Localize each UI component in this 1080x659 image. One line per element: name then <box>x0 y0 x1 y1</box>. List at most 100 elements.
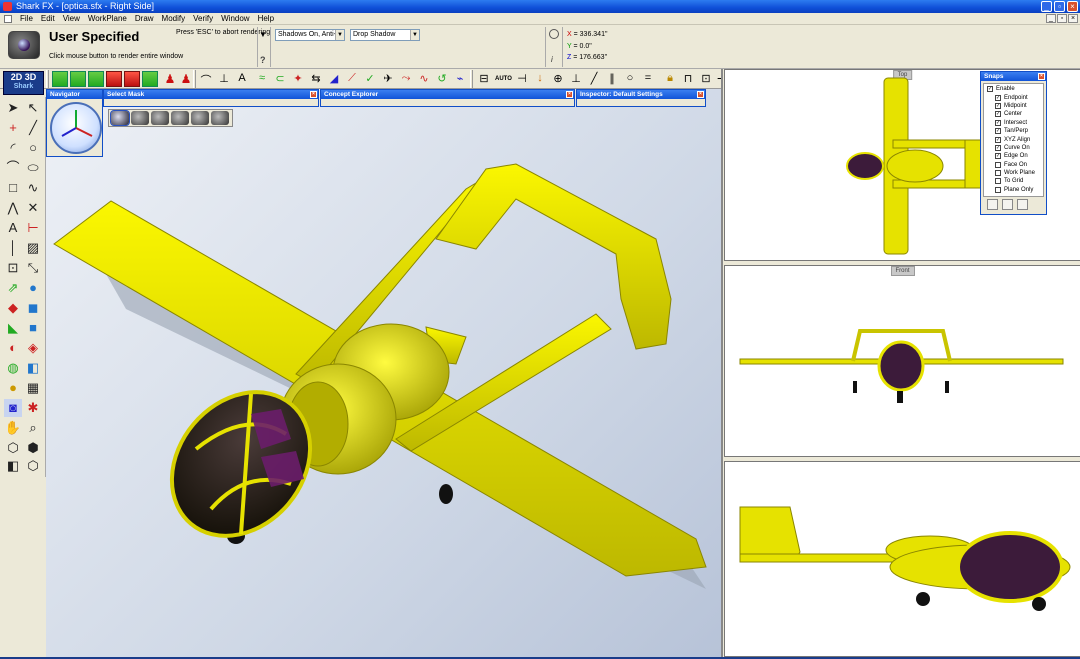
shadows-dropdown[interactable]: Shadows On, Anti-Ali ▼ <box>275 29 345 41</box>
dimension-tool-icon[interactable]: ○ <box>622 71 638 87</box>
snap-checkbox[interactable]: ✓ <box>995 136 1001 143</box>
render-camera-icon[interactable] <box>8 31 40 59</box>
view-cube-icon[interactable]: ⬢ <box>24 439 42 457</box>
solid-tool-icon[interactable]: ◣ <box>4 319 22 337</box>
vertical-line-icon[interactable]: │ <box>4 239 22 257</box>
dimension-tool-icon[interactable]: ∥ <box>604 71 620 87</box>
text-tool-icon[interactable]: A <box>4 219 22 237</box>
snap-checkbox[interactable] <box>995 178 1001 185</box>
light-tool-icon[interactable]: ● <box>4 379 22 397</box>
shark-2d3d-logo[interactable]: 2D 3D Shark <box>3 71 44 95</box>
menu-window[interactable]: Window <box>217 13 253 25</box>
select-arrow-icon[interactable]: ➤ <box>4 99 22 117</box>
dimension-tool-icon[interactable]: ⊢ <box>24 219 42 237</box>
close-icon[interactable]: × <box>1038 73 1045 80</box>
menu-help[interactable]: Help <box>254 13 278 25</box>
view-cube-icon[interactable]: ◧ <box>4 457 22 475</box>
minimize-button[interactable]: _ <box>1041 1 1052 12</box>
close-icon[interactable]: × <box>310 91 317 98</box>
close-icon[interactable]: × <box>566 91 573 98</box>
text-tool-icon[interactable]: A <box>234 71 250 87</box>
box-tool-icon[interactable]: ■ <box>24 319 42 337</box>
snap-option-icon[interactable] <box>1002 199 1013 210</box>
render-mode-icon[interactable] <box>131 111 149 125</box>
menu-file[interactable]: File <box>16 13 37 25</box>
view-red-icon[interactable] <box>124 71 140 87</box>
snap-option[interactable]: ✓ Tan/Perp <box>987 127 1040 135</box>
render-camera-icon[interactable]: ◙ <box>4 399 22 417</box>
view-green-icon[interactable] <box>142 71 158 87</box>
toolbar-grip[interactable] <box>193 70 196 88</box>
menu-verify[interactable]: Verify <box>189 13 217 25</box>
ellipse-tool-icon[interactable]: ⬭ <box>24 159 42 177</box>
view-green-icon[interactable] <box>70 71 86 87</box>
snap-option[interactable]: ✓ XYZ Align <box>987 135 1040 143</box>
snap-checkbox[interactable] <box>995 161 1001 168</box>
menu-edit[interactable]: Edit <box>37 13 59 25</box>
snap-option-icon[interactable] <box>987 199 998 210</box>
close-button[interactable]: × <box>1067 1 1078 12</box>
arc-tool-icon[interactable]: ◜ <box>4 139 22 157</box>
snap-option[interactable]: ✓ Edge On <box>987 152 1040 160</box>
dimension-tool-icon[interactable]: ╱ <box>586 71 602 87</box>
toolbar-grip[interactable] <box>46 70 49 88</box>
snap-checkbox[interactable]: ✓ <box>995 144 1001 151</box>
curve-tool-icon[interactable]: ⌒ <box>198 71 214 87</box>
snap-option-icon[interactable] <box>1017 199 1028 210</box>
surface-tool-icon[interactable]: ⇆ <box>308 71 324 87</box>
dimension-tool-icon[interactable]: ⊡ <box>698 71 714 87</box>
surface-tool-icon[interactable]: ✈ <box>380 71 396 87</box>
dimension-tool-icon[interactable]: ⊕ <box>550 71 566 87</box>
rectangle-tool-icon[interactable]: □ <box>4 179 22 197</box>
snap-checkbox[interactable]: ✓ <box>995 128 1001 135</box>
snap-checkbox[interactable]: ✓ <box>995 102 1001 109</box>
shadow-type-dropdown[interactable]: Drop Shadow ▼ <box>350 29 420 41</box>
dimension-tool-icon[interactable]: ⊓ <box>680 71 696 87</box>
surface-tool-icon[interactable]: ⤳ <box>398 71 414 87</box>
figure-icon[interactable]: ♟ <box>178 71 194 87</box>
render-mode-icon[interactable] <box>211 111 229 125</box>
dimension-tool-icon[interactable]: ⊣ <box>514 71 530 87</box>
equals-tool-icon[interactable]: = <box>640 71 656 87</box>
zoom-icon[interactable]: ⌕ <box>24 419 42 437</box>
pan-hand-icon[interactable]: ✋ <box>4 419 22 437</box>
render-mode-icon[interactable] <box>191 111 209 125</box>
boolean-tool-icon[interactable]: ◍ <box>4 359 22 377</box>
transform-tool-icon[interactable]: ⊡ <box>4 259 22 277</box>
arc-tool-icon[interactable]: ⌒ <box>4 159 22 177</box>
view-green-icon[interactable] <box>88 71 104 87</box>
view-green-icon[interactable] <box>52 71 68 87</box>
point-tool-icon[interactable]: + <box>4 119 22 137</box>
grid-tool-icon[interactable]: ▦ <box>24 379 42 397</box>
surface-tool-icon[interactable]: ⌁ <box>452 71 468 87</box>
menu-draw[interactable]: Draw <box>131 13 158 25</box>
chevron-down-icon[interactable]: ▼ <box>335 30 344 40</box>
snap-option[interactable]: ✓ Midpoint <box>987 102 1040 110</box>
select-arrow-icon[interactable]: ↖ <box>24 99 42 117</box>
doc-close-button[interactable]: × <box>1068 14 1078 23</box>
help-icon[interactable]: ? <box>260 55 266 65</box>
line-tool-icon[interactable]: ╱ <box>24 119 42 137</box>
expand-triangle-icon[interactable]: ▼ <box>259 30 267 39</box>
render-mode-icon[interactable] <box>110 110 130 126</box>
surface-tool-icon[interactable]: ≈ <box>254 71 270 87</box>
animation-tool-icon[interactable]: ✱ <box>24 399 42 417</box>
document-icon[interactable] <box>4 14 12 23</box>
shell-tool-icon[interactable]: ◐ <box>4 339 22 357</box>
snap-checkbox[interactable]: ✓ <box>995 119 1001 126</box>
view-cube-icon[interactable]: ⬡ <box>4 439 22 457</box>
doc-restore-button[interactable]: ▫ <box>1057 14 1067 23</box>
snap-option[interactable]: Work Plane <box>987 169 1040 177</box>
line-tool-icon[interactable]: ⊥ <box>216 71 232 87</box>
menu-modify[interactable]: Modify <box>158 13 190 25</box>
info-icon[interactable]: i <box>551 55 553 64</box>
trim-tool-icon[interactable]: ✕ <box>24 199 42 217</box>
maximize-button[interactable]: ▫ <box>1054 1 1065 12</box>
snap-checkbox[interactable]: ✓ <box>995 153 1001 160</box>
snap-option[interactable]: ✓ Center <box>987 110 1040 118</box>
surface-tool-icon[interactable]: ⟋ <box>344 71 360 87</box>
lock-icon[interactable]: 🔒︎ <box>662 71 678 87</box>
front-viewport[interactable]: Front <box>724 265 1080 457</box>
snap-checkbox[interactable]: ✓ <box>995 111 1001 118</box>
view-cube-icon[interactable]: ⬡ <box>24 457 42 475</box>
